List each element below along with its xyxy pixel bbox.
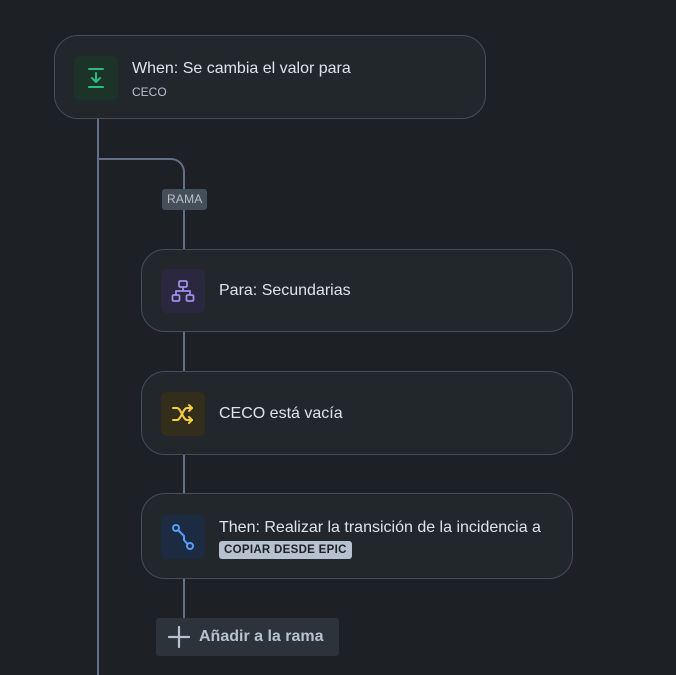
branch-step-card[interactable]: Para: Secundarias [141, 249, 573, 332]
step-title: Para: Secundarias [219, 282, 351, 299]
step-icon-box [161, 269, 205, 313]
step-title: CECO está vacía [219, 405, 343, 422]
branch-step-card[interactable]: CECO está vacía [141, 371, 573, 455]
hierarchy-icon [171, 280, 195, 302]
branch-badge: RAMA [162, 189, 208, 210]
shuffle-icon [172, 404, 193, 424]
add-to-branch-label: Añadir a la rama [199, 628, 324, 645]
step-title: Then: Realizar la transición de la incid… [219, 519, 541, 536]
trigger-card[interactable]: When: Se cambia el valor para CECO [54, 35, 486, 119]
trigger-icon-box [74, 56, 118, 100]
status-lozenge: COPIAR DESDE EPIC [219, 541, 352, 559]
main-connector-line [97, 118, 99, 675]
download-arrow-icon [88, 68, 104, 88]
branch-step-card[interactable]: Then: Realizar la transición de la incid… [141, 493, 573, 579]
trigger-title: When: Se cambia el valor para [132, 60, 351, 77]
plus-icon [168, 626, 190, 648]
trigger-subtitle: CECO [132, 85, 167, 99]
step-icon-box [161, 392, 205, 436]
automation-rule-canvas: When: Se cambia el valor para CECO RAMA … [0, 0, 676, 675]
transition-icon [172, 524, 194, 550]
step-icon-box [161, 515, 205, 559]
add-to-branch-button[interactable]: Añadir a la rama [156, 618, 339, 656]
